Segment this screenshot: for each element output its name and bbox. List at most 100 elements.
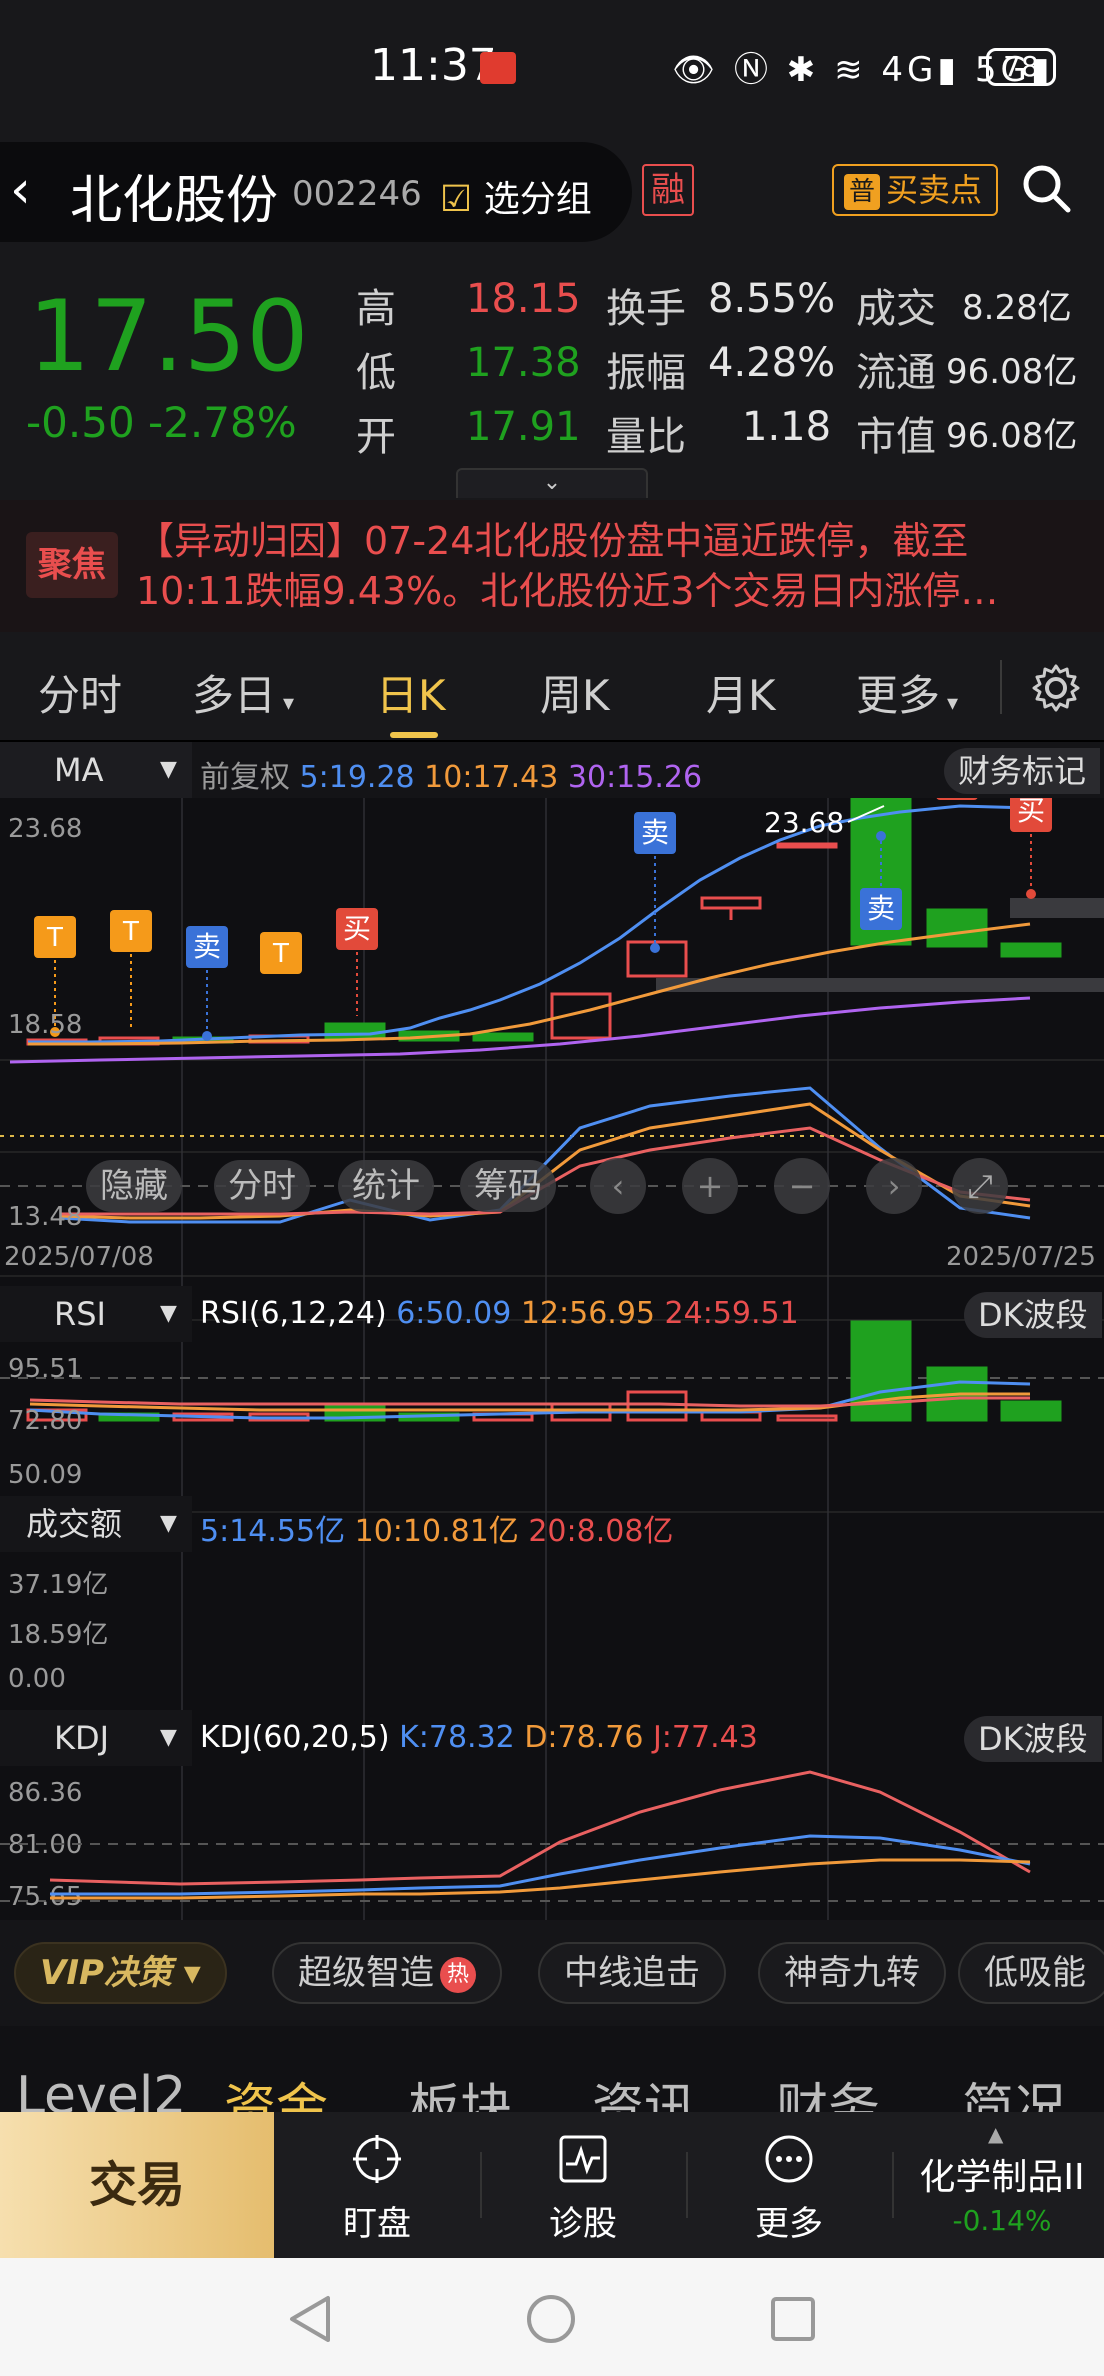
chip-low-buy[interactable]: 低吸能 <box>958 1942 1104 2004</box>
zoom-out-icon[interactable]: − <box>774 1158 830 1214</box>
diagnose-button[interactable]: 诊股 <box>480 2112 686 2258</box>
tab-level2[interactable]: Level2 <box>16 2066 186 2116</box>
normal-badge: 普 <box>844 174 880 210</box>
tab-daily-k[interactable]: 日K <box>376 662 446 723</box>
dk-band-button[interactable]: DK波段 <box>964 1292 1102 1338</box>
watch-button[interactable]: 盯盘 <box>274 2112 480 2258</box>
candle <box>776 842 838 849</box>
mktcap-label: 市值 <box>856 414 936 460</box>
turnover-label: 换手 <box>606 286 686 332</box>
sell-signal-1: 卖 <box>186 926 228 1041</box>
kdj-j-line <box>49 1770 1031 1886</box>
zoom-in-icon[interactable]: + <box>682 1158 738 1214</box>
svg-text:卖: 卖 <box>867 892 895 925</box>
chip-super-manufacturing[interactable]: 超级智造热 <box>272 1942 502 2004</box>
volratio-value: 1.18 <box>742 404 832 450</box>
system-nav-bar <box>0 2258 1104 2376</box>
gear-icon[interactable] <box>1030 662 1082 714</box>
pulse-chart-icon <box>559 2135 607 2183</box>
nav-home-icon[interactable] <box>524 2292 578 2346</box>
svg-text:T: T <box>122 917 139 947</box>
back-icon[interactable]: ‹ <box>10 160 31 220</box>
tab-capital[interactable]: 资金 <box>224 2066 328 2116</box>
hide-button[interactable]: 隐藏 <box>86 1160 182 1212</box>
tab-news[interactable]: 资讯 <box>592 2066 696 2116</box>
amount-y-top: 37.19亿 <box>8 1570 109 1600</box>
chip-magic-nine[interactable]: 神奇九转 <box>758 1942 946 2004</box>
buy-signal-2 <box>936 798 978 800</box>
price-change: -0.50 -2.78% <box>26 398 297 447</box>
ma-header: MA ▼ 前复权 5:19.28 10:17.43 30:15.26 财务标记 <box>0 742 1104 798</box>
active-tab-indicator <box>390 732 438 738</box>
amount-label: 成交 <box>856 286 936 332</box>
t-signal-2: T <box>110 910 152 1030</box>
high-value: 18.15 <box>466 276 581 322</box>
tab-more[interactable]: 更多 ▾ <box>856 662 958 723</box>
tab-monthly-k[interactable]: 月K <box>706 662 776 723</box>
nav-back-icon[interactable] <box>284 2292 338 2346</box>
more-label: 更多 <box>755 2204 823 2244</box>
svg-text:卖: 卖 <box>193 930 221 963</box>
expand-quote-button[interactable]: ⌄ <box>456 468 648 498</box>
adjust-mode[interactable]: 前复权 <box>200 760 290 795</box>
fullscreen-icon[interactable]: ⤢ <box>952 1158 1008 1214</box>
tab-finance[interactable]: 财务 <box>776 2066 880 2116</box>
more-button[interactable]: 更多 <box>686 2112 892 2258</box>
quote-panel: 17.50 -0.50 -2.78% 高 18.15 低 17.38 开 17.… <box>0 250 1104 500</box>
ma5-value: 5:19.28 <box>299 760 415 795</box>
strategy-chips: VIP决策 ▾ 超级智造热 中线追击 神奇九转 低吸能 <box>0 1920 1104 2026</box>
amount-bar <box>1000 1400 1062 1422</box>
tab-multiday[interactable]: 多日 ▾ <box>192 662 294 723</box>
status-bar: 11:37 👁 Ⓝ ✱ ≋ 4G▮ 5G▮ 78 <box>0 0 1104 130</box>
diagnose-label: 诊股 <box>549 2204 617 2244</box>
high-marker-label: 23.68 <box>764 806 844 839</box>
more-dots-icon <box>765 2135 813 2183</box>
amount-bar <box>626 1390 688 1422</box>
chips-button[interactable]: 筹码 <box>460 1160 556 1212</box>
amount-values: 5:14.55亿 10:10.81亿 20:8.08亿 <box>200 1514 674 1549</box>
tab-sector[interactable]: 板块 <box>408 2066 512 2116</box>
industry-name[interactable]: 化学制品II <box>900 2148 1104 2200</box>
search-icon[interactable] <box>1018 160 1074 216</box>
ma30-line <box>9 996 1031 1064</box>
candle <box>700 896 762 910</box>
buysell-points-button[interactable]: 普买卖点 <box>832 164 998 216</box>
y-axis-mid: 18.58 <box>8 1010 83 1040</box>
notification-icon <box>480 52 516 84</box>
amount-value: 8.28亿 <box>962 288 1072 328</box>
volratio-label: 量比 <box>606 414 686 460</box>
finance-mark-button[interactable]: 财务标记 <box>944 748 1101 794</box>
hot-badge: 热 <box>440 1956 476 1993</box>
chip-midline-chase[interactable]: 中线追击 <box>538 1942 726 2004</box>
chevron-right-icon[interactable]: › <box>866 1158 922 1214</box>
tab-profile[interactable]: 简况 <box>962 2066 1066 2116</box>
amount-y-mid: 18.59亿 <box>8 1620 109 1650</box>
chevron-left-icon[interactable]: ‹ <box>590 1158 646 1214</box>
main-indicator-select[interactable]: MA ▼ <box>0 742 192 798</box>
rsi-values: RSI(6,12,24) 6:50.09 12:56.95 24:59.51 <box>200 1296 799 1331</box>
last-price: 17.50 <box>28 280 309 394</box>
margin-badge[interactable]: 融 <box>642 164 694 216</box>
tab-intraday[interactable]: 分时 <box>38 662 122 723</box>
amount-indicator-select[interactable]: 成交额 ▼ <box>0 1496 192 1552</box>
tab-divider <box>1000 660 1002 714</box>
open-value: 17.91 <box>466 404 581 450</box>
intraday-overlay-button[interactable]: 分时 <box>214 1160 310 1212</box>
float-label: 流通 <box>856 350 936 396</box>
select-group-button[interactable]: ☑ 选分组 <box>440 170 592 222</box>
stats-button[interactable]: 统计 <box>338 1160 434 1212</box>
rsi-y-top: 95.51 <box>8 1354 83 1384</box>
high-label: 高 <box>356 286 396 332</box>
nav-recents-icon[interactable] <box>766 2292 820 2346</box>
chart-area[interactable]: MA▼ 前复权 5:19.28 10:17.43 30:15.26 财务标记 <box>0 742 1104 1920</box>
vip-decision-button[interactable]: VIP决策 ▾ <box>14 1942 227 2004</box>
trade-button[interactable]: 交易 <box>0 2112 274 2258</box>
ma30-value: 30:15.26 <box>567 760 703 795</box>
period-tabs: 分时 多日 ▾ 日K 周K 月K 更多 ▾ <box>0 632 1104 742</box>
kdj-indicator-select[interactable]: KDJ ▼ <box>0 1710 192 1766</box>
tab-weekly-k[interactable]: 周K <box>540 662 610 723</box>
rsi-indicator-select[interactable]: RSI ▼ <box>0 1286 192 1342</box>
stock-name: 北化股份 <box>70 171 279 231</box>
dk-band-button-2[interactable]: DK波段 <box>964 1716 1102 1762</box>
news-banner[interactable]: 聚焦 【异动归因】07-24北化股份盘中逼近跌停，截至10:11跌幅9.43%。… <box>0 500 1104 632</box>
